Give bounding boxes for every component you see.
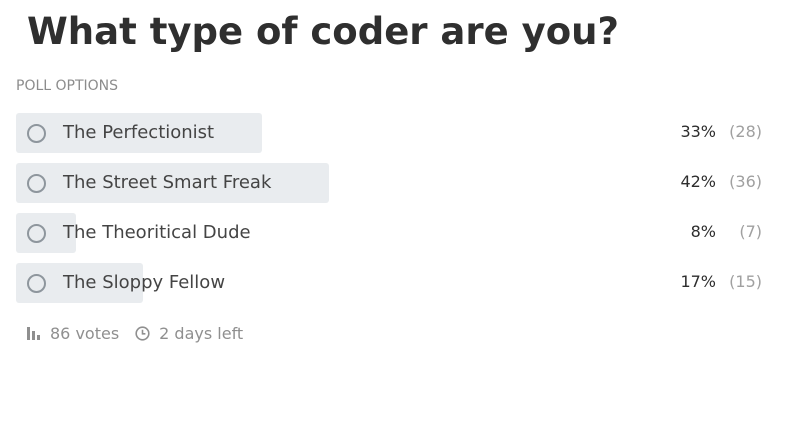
poll-option-street-smart-freak[interactable]: The Street Smart Freak 42% (36) xyxy=(16,163,762,203)
clock-icon xyxy=(135,325,150,341)
poll-footer: 86 votes 2 days left xyxy=(26,321,243,345)
radio-button[interactable] xyxy=(27,224,46,243)
vote-total-label: 86 votes xyxy=(50,323,120,343)
poll-option-label: The Sloppy Fellow xyxy=(63,272,226,293)
bar-chart-icon xyxy=(27,327,40,340)
vote-count: (7) xyxy=(739,222,762,241)
poll-option-theoritical-dude[interactable]: The Theoritical Dude 8% (7) xyxy=(16,213,762,253)
vote-total: 86 votes xyxy=(26,324,119,343)
vote-count: (15) xyxy=(729,272,762,291)
poll-option-label: The Theoritical Dude xyxy=(63,222,251,243)
vote-percent: 17% xyxy=(680,272,716,291)
radio-button[interactable] xyxy=(27,274,46,293)
time-remaining: 2 days left xyxy=(135,324,243,343)
vote-count: (36) xyxy=(729,172,762,191)
vote-percent: 8% xyxy=(690,222,716,241)
poll-option-sloppy-fellow[interactable]: The Sloppy Fellow 17% (15) xyxy=(16,263,762,303)
poll-options-heading: POLL OPTIONS xyxy=(16,78,119,94)
radio-button[interactable] xyxy=(27,124,46,143)
radio-button[interactable] xyxy=(27,174,46,193)
time-remaining-label: 2 days left xyxy=(159,323,244,343)
poll-option-perfectionist[interactable]: The Perfectionist 33% (28) xyxy=(16,113,762,153)
vote-percent: 42% xyxy=(680,172,716,191)
vote-count: (28) xyxy=(729,122,762,141)
poll-title: What type of coder are you? xyxy=(27,10,619,53)
poll-option-label: The Street Smart Freak xyxy=(63,172,272,193)
poll-option-label: The Perfectionist xyxy=(63,122,215,143)
vote-percent: 33% xyxy=(680,122,716,141)
poll-options-list: The Perfectionist 33% (28) The Street Sm… xyxy=(16,113,762,313)
